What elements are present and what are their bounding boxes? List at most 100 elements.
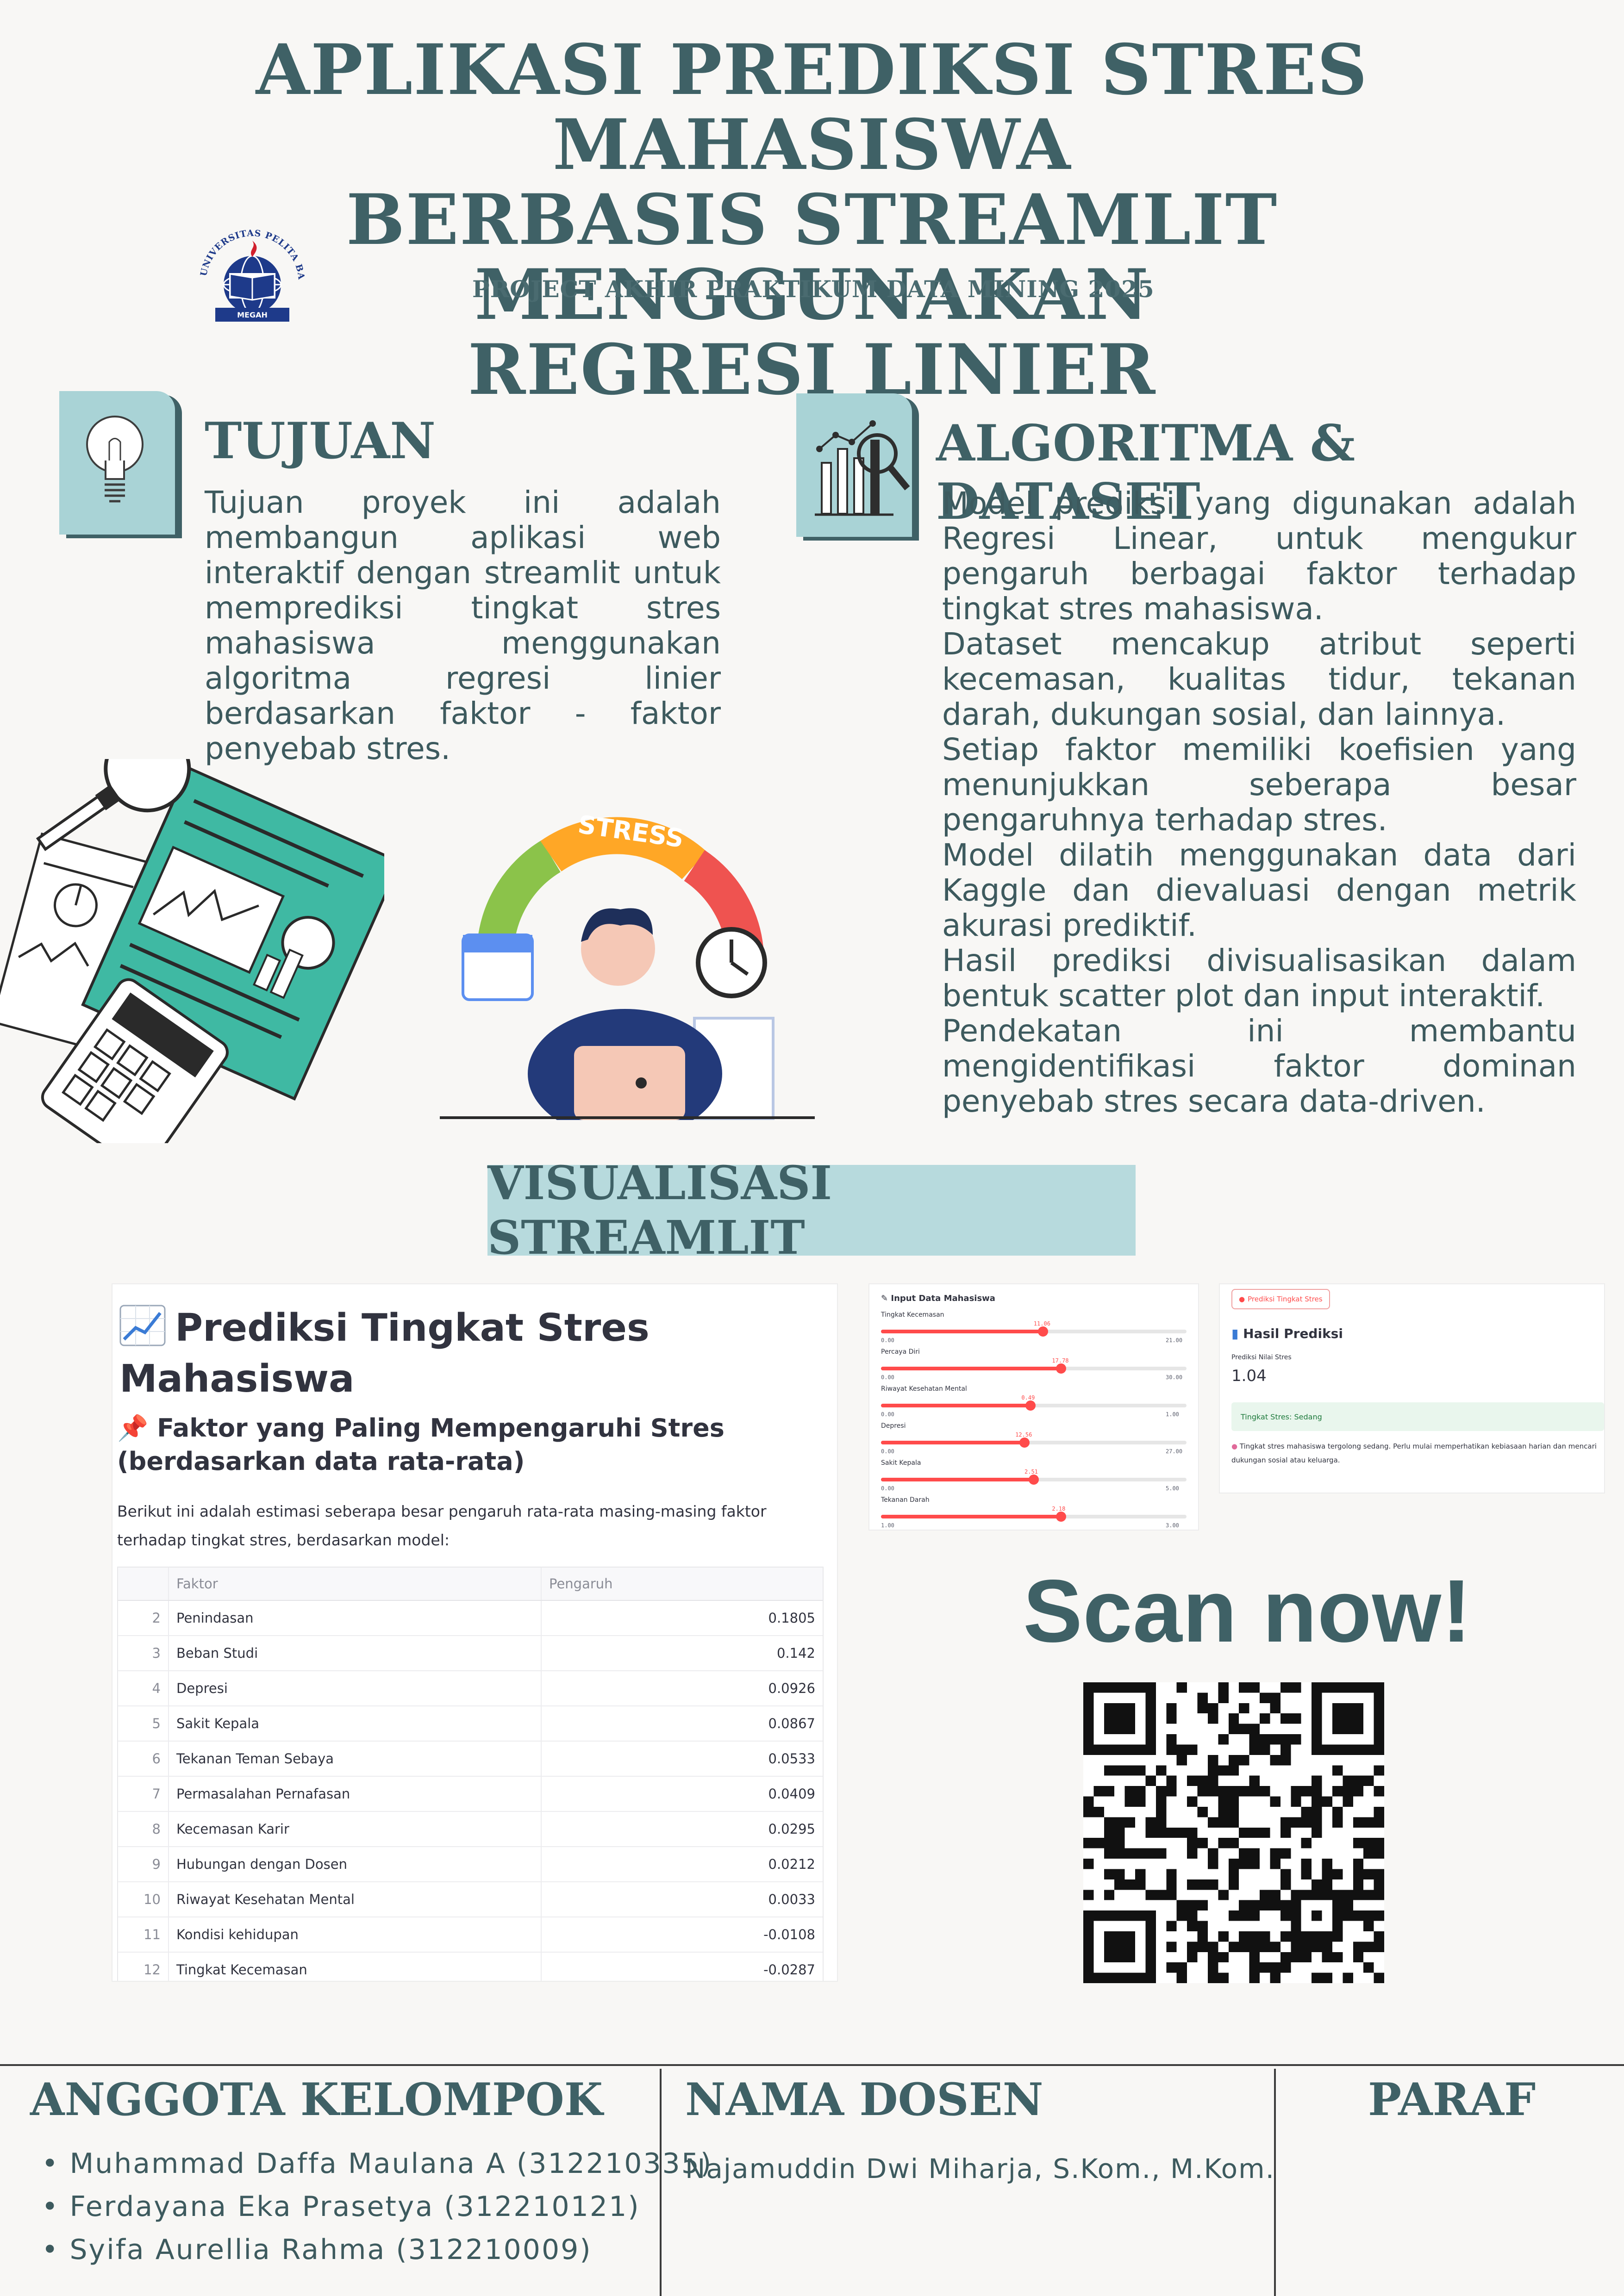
slider-label: Percaya Diri (881, 1348, 920, 1356)
slider-min: 0.00 (881, 1411, 894, 1418)
brain-icon: ● (1231, 1442, 1238, 1450)
table-header: Faktor Pengaruh (118, 1568, 823, 1601)
slider-label: Depresi (881, 1422, 906, 1430)
table-row: 5 Sakit Kepala 0.0867 (118, 1706, 823, 1742)
algoritma-paragraph: Model dilatih menggunakan data dari Kagg… (942, 837, 1576, 943)
row-index: 6 (118, 1742, 169, 1776)
input-panel-title-text: Input Data Mahasiswa (891, 1294, 995, 1303)
faktor-table[interactable]: Faktor Pengaruh 2 Penindasan 0.1805 3 Beban… (117, 1567, 824, 1981)
slider-value: 12.56 (1015, 1431, 1032, 1438)
slider-track[interactable] (881, 1512, 1187, 1522)
cell-pengaruh: -0.0108 (763, 1927, 815, 1942)
list-item: • Muhammad Daffa Maulana A (312210335) (42, 2147, 713, 2180)
table-row: 2 Penindasan 0.1805 (118, 1601, 823, 1636)
algoritma-text: Model prediksi yang digunakan adalah Reg… (942, 486, 1576, 1119)
cell-pengaruh: 0.142 (776, 1645, 815, 1661)
slider-track[interactable] (881, 1400, 1187, 1411)
chart-magnifier-icon (796, 393, 912, 537)
slider-label: Sakit Kepala (881, 1459, 921, 1467)
slider-value: 17.78 (1052, 1357, 1069, 1364)
qr-code-icon[interactable] (1083, 1682, 1384, 1983)
result-heading-text: Hasil Prediksi (1243, 1326, 1343, 1341)
slider-value: 2.18 (1052, 1506, 1066, 1512)
algoritma-paragraph: Setiap faktor memiliki koefisien yang me… (942, 732, 1576, 838)
row-index: 4 (118, 1671, 169, 1705)
pushpin-icon: 📌 (117, 1413, 149, 1443)
cell-faktor: Kondisi kehidupan (169, 1917, 542, 1952)
slider-handle[interactable] (1019, 1437, 1030, 1448)
slider-handle[interactable] (1029, 1475, 1039, 1485)
crystal-ball-icon: ● (1239, 1295, 1245, 1303)
result-note: ● Tingkat stres mahasiswa tergolong seda… (1231, 1439, 1597, 1467)
table-row: 4 Depresi 0.0926 (118, 1671, 823, 1706)
cell-faktor: Penindasan (169, 1601, 542, 1635)
scan-now-label: Scan now! (1023, 1561, 1472, 1661)
cell-pengaruh: 0.0867 (768, 1716, 815, 1731)
table-row: 7 Permasalahan Pernafasan 0.0409 (118, 1777, 823, 1812)
row-index: 3 (118, 1636, 169, 1670)
cell-faktor: Sakit Kepala (169, 1706, 542, 1741)
cell-pengaruh: 0.0295 (768, 1821, 815, 1837)
section-title-text: Faktor yang Paling Mempengaruhi Stres (b… (117, 1413, 725, 1476)
dosen-heading: NAMA DOSEN (685, 2073, 1043, 2126)
slider-max: 1.00 (1166, 1411, 1179, 1418)
cell-faktor: Depresi (169, 1671, 542, 1705)
cell-faktor: Kecemasan Karir (169, 1812, 542, 1846)
algoritma-paragraph: Dataset mencakup atribut seperti kecemas… (942, 626, 1576, 732)
streamlit-result-screenshot: ● Prediksi Tingkat Stres ▮ Hasil Prediksi… (1220, 1284, 1604, 1493)
tujuan-heading: TUJUAN (205, 412, 436, 470)
row-index: 10 (118, 1882, 169, 1916)
slider-max: 21.00 (1166, 1337, 1183, 1344)
row-index: 11 (118, 1917, 169, 1952)
list-item: • Syifa Aurellia Rahma (312210009) (42, 2234, 592, 2266)
slider-handle[interactable] (1056, 1512, 1067, 1522)
slider-track[interactable] (881, 1475, 1187, 1485)
row-index: 8 (118, 1812, 169, 1846)
slider-fill (881, 1404, 1031, 1407)
cell-pengaruh: 0.1805 (768, 1610, 815, 1626)
anggota-heading: ANGGOTA KELOMPOK (30, 2073, 603, 2126)
slider-handle[interactable] (1037, 1326, 1048, 1337)
title-line-1: APLIKASI PREDIKSI STRES MAHASISWA (256, 29, 1368, 186)
app-title-text: Prediksi Tingkat Stres Mahasiswa (119, 1306, 650, 1401)
metric-value: 1.04 (1231, 1367, 1267, 1385)
slider-fill (881, 1478, 1034, 1481)
algoritma-paragraph: Hasil prediksi divisualisasikan dalam be… (942, 943, 1576, 1014)
slider-fill (881, 1367, 1062, 1370)
paraf-heading: PARAF (1368, 2073, 1536, 2126)
cell-pengaruh: 0.0033 (768, 1892, 815, 1907)
cell-faktor: Permasalahan Pernafasan (169, 1777, 542, 1811)
table-description: Berikut ini adalah estimasi seberapa bes… (117, 1502, 767, 1549)
cell-pengaruh: 0.0409 (768, 1786, 815, 1802)
pencil-icon: ✎ (881, 1294, 888, 1303)
cell-pengaruh: -0.0287 (763, 1962, 815, 1978)
predict-button-label: Prediksi Tingkat Stres (1248, 1295, 1323, 1303)
slider-handle[interactable] (1056, 1363, 1067, 1374)
slider-handle[interactable] (1025, 1400, 1036, 1411)
section-title: 📌 Faktor yang Paling Mempengaruhi Stres … (117, 1412, 821, 1478)
result-heading: ▮ Hasil Prediksi (1231, 1326, 1343, 1341)
table-row: 9 Hubungan dengan Dosen 0.0212 (118, 1847, 823, 1882)
svg-text:MEGAH: MEGAH (237, 311, 268, 319)
tujuan-text: Tujuan proyek ini adalah membangun aplik… (205, 485, 721, 766)
cell-faktor: Beban Studi (169, 1636, 542, 1670)
column-header-pengaruh[interactable]: Pengaruh (542, 1568, 823, 1600)
streamlit-input-screenshot: ✎ Input Data Mahasiswa Tingkat Kecemasan… (869, 1284, 1198, 1530)
slider-label: Tingkat Kecemasan (881, 1311, 944, 1319)
footer-divider (0, 2064, 1624, 2066)
slider-value: 2.51 (1024, 1468, 1038, 1475)
poster-subtitle: PROJECT AKHIR PRAKTIKUM DATA MINING 2025 (472, 275, 1155, 303)
column-header-faktor[interactable]: Faktor (169, 1568, 542, 1600)
cell-faktor: Tekanan Teman Sebaya (169, 1742, 542, 1776)
slider-value: 0.49 (1021, 1394, 1035, 1401)
slider-track[interactable] (881, 1437, 1187, 1448)
predict-button[interactable]: ● Prediksi Tingkat Stres (1231, 1289, 1330, 1309)
slider-track[interactable] (881, 1326, 1187, 1337)
slider-track[interactable] (881, 1363, 1187, 1374)
dosen-name: Najamuddin Dwi Miharja, S.Kom., M.Kom. (685, 2153, 1275, 2184)
row-index: 12 (118, 1953, 169, 1981)
member-name: Syifa Aurellia Rahma (312210009) (69, 2234, 592, 2266)
chart-increasing-icon (119, 1305, 166, 1346)
cell-pengaruh: 0.0212 (768, 1856, 815, 1872)
slider-min: 0.00 (881, 1448, 894, 1455)
